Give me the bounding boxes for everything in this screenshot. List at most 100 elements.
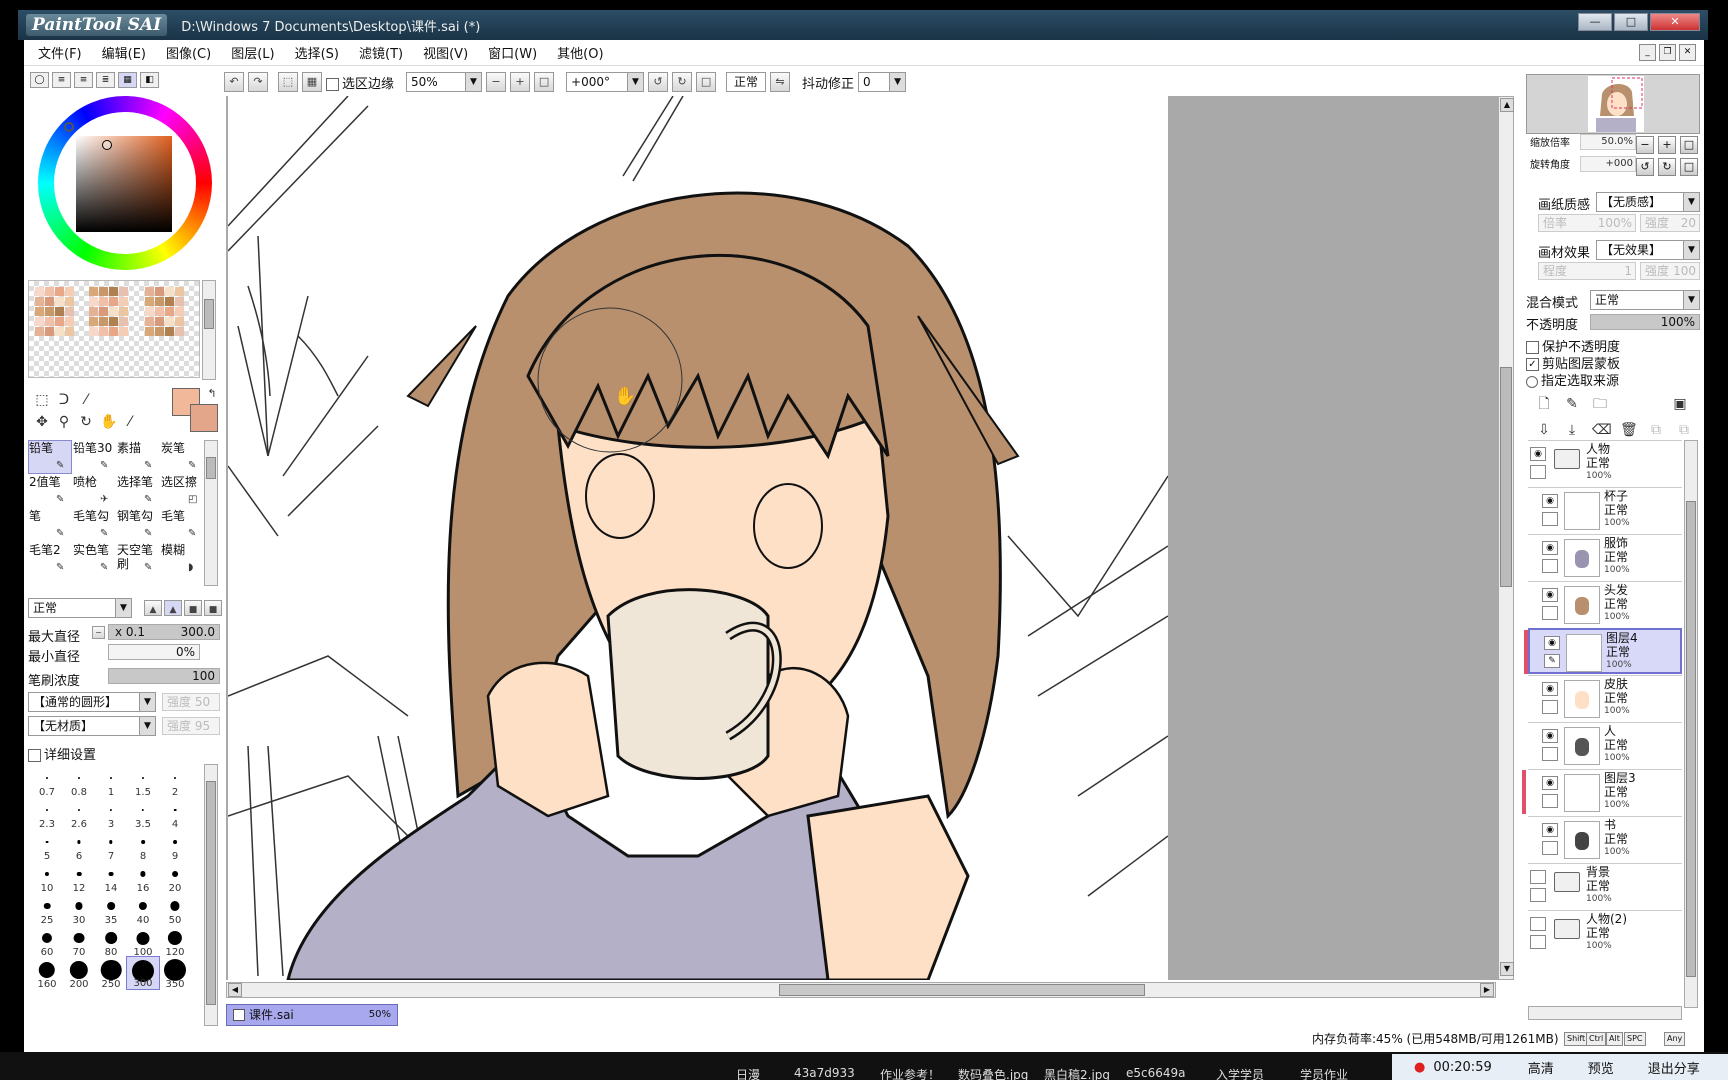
color-swatch[interactable] [175, 287, 184, 296]
layer-item[interactable]: ◉ 书正常 100% [1528, 816, 1682, 862]
brush-tool[interactable]: 喷枪 ✈ [72, 474, 116, 508]
color-swatch[interactable] [45, 307, 54, 316]
brush-size-preset[interactable]: 100 [126, 924, 160, 958]
brush-size-preset[interactable]: 35 [94, 892, 128, 926]
paper-effect-select[interactable]: 【无效果】 ▼ [1596, 240, 1700, 260]
color-swatch[interactable] [89, 297, 98, 306]
color-swatch[interactable] [99, 327, 108, 336]
layer-hscrollbar[interactable] [1528, 1006, 1682, 1020]
angle-value[interactable]: +000 [1580, 156, 1636, 172]
menu-view[interactable]: 视图(V) [423, 43, 468, 62]
scroll-left-icon[interactable]: ◀ [228, 983, 242, 997]
nav-zoom-out-icon[interactable]: − [1636, 136, 1654, 154]
color-swatch[interactable] [45, 287, 54, 296]
scroll-down-icon[interactable]: ▼ [1500, 962, 1514, 976]
zoom-out-icon[interactable]: − [486, 72, 507, 92]
new-layer-icon[interactable]: 🗋 [1536, 396, 1552, 412]
brush-size-preset[interactable]: 7 [94, 828, 128, 862]
color-swatch[interactable] [175, 307, 184, 316]
color-swatch[interactable] [119, 317, 128, 326]
minimize-button[interactable]: — [1578, 13, 1612, 31]
preview-button[interactable]: 预览 [1588, 1058, 1614, 1077]
color-swatch[interactable] [109, 307, 118, 316]
layer-blend-select[interactable]: 正常 ▼ [1590, 290, 1700, 310]
brush-size-preset[interactable]: 80 [94, 924, 128, 958]
canvas-hscrollbar[interactable] [226, 982, 1496, 998]
brush-tool[interactable]: 笔 ✎ [28, 508, 72, 542]
color-swatch[interactable] [45, 327, 54, 336]
menu-select[interactable]: 选择(S) [295, 43, 339, 62]
color-swatch[interactable] [145, 307, 154, 316]
swap-colors-icon[interactable]: ↰ [204, 386, 220, 402]
rotate-reset-icon[interactable]: □ [696, 72, 717, 92]
brush-size-preset[interactable]: 20 [158, 860, 192, 894]
color-swatch[interactable] [165, 297, 174, 306]
taskbar-item[interactable]: 日漫 [736, 1066, 760, 1080]
brush-tool[interactable]: 毛笔勾 ✎ [72, 508, 116, 542]
taskbar-item[interactable]: 黑白稿2.jpg [1044, 1066, 1110, 1080]
color-swatch[interactable] [119, 287, 128, 296]
undo-icon[interactable]: ↶ [224, 72, 244, 92]
layer-item[interactable]: ◉ 皮肤 正常 100% [1528, 675, 1682, 721]
color-swatch[interactable] [99, 287, 108, 296]
brush-size-preset[interactable]: 0.7 [30, 764, 64, 798]
layer-link-checkbox[interactable] [1542, 747, 1558, 761]
nav-zoom-reset-icon[interactable]: □ [1680, 136, 1698, 154]
eye-icon[interactable]: ◉ [1542, 682, 1558, 696]
paper-texture-select[interactable]: 【无质感】 ▼ [1596, 192, 1700, 212]
deselect-icon[interactable]: ⬚ [278, 72, 298, 92]
exit-share-button[interactable]: 退出分享 [1648, 1058, 1700, 1077]
layer-link-checkbox[interactable] [1530, 465, 1546, 479]
eye-icon[interactable]: ◉ [1542, 729, 1558, 743]
color-swatch[interactable] [99, 297, 108, 306]
color-swatch[interactable] [55, 287, 64, 296]
brush-tool[interactable]: 素描 ✎ [116, 440, 160, 474]
color-swatch[interactable] [165, 287, 174, 296]
layer-folder[interactable]: 人物(2) 正常 100% [1528, 910, 1682, 956]
color-swatch[interactable] [65, 307, 74, 316]
brush-texture-select[interactable]: 【无材质】 ▼ [28, 716, 156, 736]
layer-link-checkbox[interactable] [1542, 606, 1558, 620]
navigator-thumbnail[interactable] [1588, 76, 1644, 132]
saturation-value-square[interactable] [76, 136, 172, 232]
color-swatch[interactable] [175, 327, 184, 336]
brush-size-preset[interactable]: 30 [62, 892, 96, 926]
brush-size-preset[interactable]: 60 [30, 924, 64, 958]
brush-size-preset[interactable]: 50 [158, 892, 192, 926]
layer-link-checkbox[interactable] [1530, 935, 1546, 949]
nav-rotate-left-icon[interactable]: ↺ [1636, 158, 1654, 176]
brush-grid-scrollbar[interactable] [204, 440, 218, 586]
scratchpad-icon[interactable]: ◧ [140, 72, 159, 88]
brush-size-preset[interactable]: 25 [30, 892, 64, 926]
sv-cursor[interactable] [102, 140, 112, 150]
stabilizer-select[interactable]: 0 ▼ [858, 72, 907, 92]
color-swatch[interactable] [119, 307, 128, 316]
density-slider[interactable]: 100 [108, 668, 220, 684]
color-swatch[interactable] [45, 297, 54, 306]
zoom-reset-icon[interactable]: □ [534, 72, 555, 92]
brush-tool[interactable]: 选择笔 ✎ [116, 474, 160, 508]
eye-icon[interactable]: ◉ [1544, 636, 1560, 650]
color-swatch[interactable] [45, 317, 54, 326]
taskbar-item[interactable]: 学员作业 [1300, 1066, 1348, 1080]
mdi-close-button[interactable]: ✕ [1679, 44, 1696, 61]
brush-size-preset[interactable]: 3 [94, 796, 128, 830]
eye-icon[interactable]: ◉ [1542, 588, 1558, 602]
trash-icon[interactable]: 🗑 [1620, 422, 1638, 438]
layer-folder[interactable]: 背景 正常 100% [1528, 863, 1682, 909]
color-swatch[interactable] [109, 327, 118, 336]
mdi-restore-button[interactable]: ❐ [1659, 44, 1676, 61]
brush-tool[interactable]: 模糊 ◗ [160, 542, 204, 576]
color-swatch[interactable] [89, 317, 98, 326]
scroll-up-icon[interactable]: ▲ [1500, 98, 1514, 112]
color-swatch[interactable] [35, 297, 44, 306]
opacity-slider[interactable]: 100% [1590, 314, 1700, 330]
brush-size-preset[interactable]: 12 [62, 860, 96, 894]
brush-tool[interactable]: 2值笔 ✎ [28, 474, 72, 508]
blend-mode-button[interactable]: 正常 [726, 72, 767, 92]
layer-link-checkbox[interactable] [1542, 841, 1558, 855]
layer-folder[interactable]: ◉ 人物 正常 100% [1528, 440, 1682, 486]
move-icon[interactable]: ✥ [34, 414, 50, 430]
zoom-in-icon[interactable]: + [510, 72, 531, 92]
lasso-icon[interactable]: ᑐ [56, 392, 72, 408]
